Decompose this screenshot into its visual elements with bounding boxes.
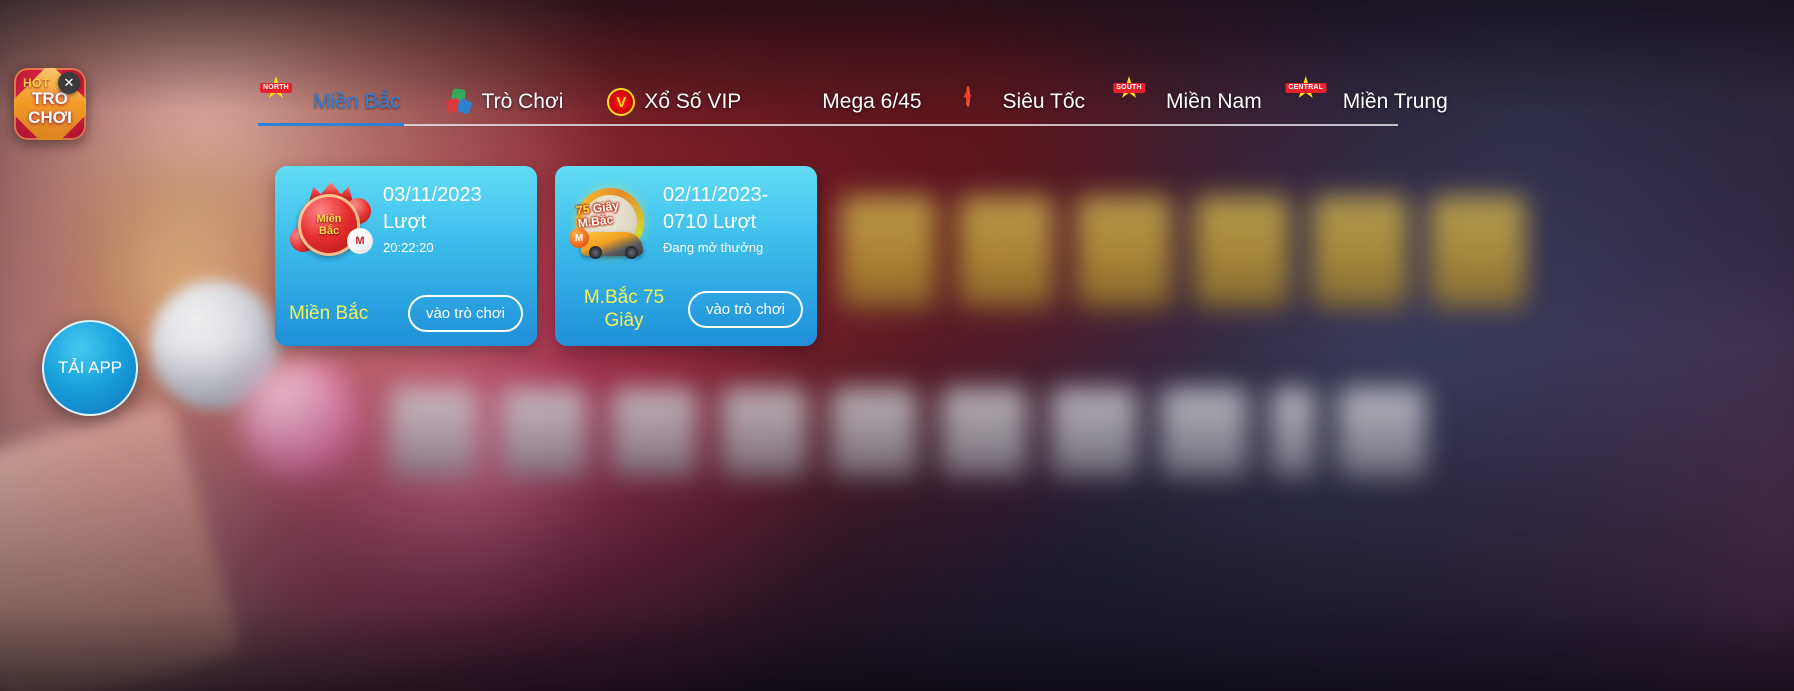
tab-bar-divider [258,124,1398,126]
tab-label: Siêu Tốc [1002,90,1086,113]
tab-label: Miền Bắc [313,90,401,113]
mien-bac-logo-icon: Miền Bắc M [289,180,373,264]
tab-label: Trò Chơi [481,90,564,113]
dice-icon [444,88,473,116]
category-tab-bar: NORTH Miền Bắc Trò Chơi V Xổ Số VIP Mega… [258,76,1448,126]
play-game-button[interactable]: vào trò chơi [687,290,803,328]
draw-date: 03/11/2023 Lượt [383,184,482,233]
download-app-label: TẢI APP [57,358,123,377]
tab-sieu-toc[interactable]: Siêu Tốc [944,78,1108,126]
mega-swirl-icon [785,88,813,116]
draw-time: 20:22:20 [383,240,434,255]
central-star-icon: CENTRAL [1285,76,1334,116]
tab-tro-choi[interactable]: Trò Chơi [423,78,586,126]
mbac-75-giay-logo-icon: 75 Giây M.Bắc M [569,180,653,264]
download-app-button[interactable]: TẢI APP [42,320,138,416]
game-name: M.Bắc 75 Giây [583,287,665,331]
lottery-card-mbac-75-giay[interactable]: 75 Giây M.Bắc M 02/11/2023-0710 Lượt Đan… [555,166,817,346]
tab-mien-trung[interactable]: CENTRAL Miền Trung [1284,76,1470,126]
tab-xo-so-vip[interactable]: V Xổ Số VIP [585,78,763,126]
play-game-button[interactable]: vào trò chơi [407,295,523,332]
tab-label: Miền Trung [1342,90,1448,113]
tab-mega-645[interactable]: Mega 6/45 [763,78,943,126]
tab-mien-bac[interactable]: NORTH Miền Bắc [258,76,423,126]
lightning-icon [965,86,994,116]
promo-line2: CHƠI [28,108,72,127]
north-star-icon: NORTH [260,76,304,116]
vip-v-icon: V [607,88,636,116]
south-star-icon: SOUTH [1113,76,1157,116]
draw-status: Đang mở thưởng [663,240,764,255]
lottery-card-list: Miền Bắc M 03/11/2023 Lượt 20:22:20 Miền… [275,166,817,346]
tab-label: Xổ Số VIP [644,90,742,113]
tab-label: Mega 6/45 [822,90,922,113]
lottery-app-page: HOT TRÒ CHƠI ✕ TẢI APP NORTH Miền Bắc Tr… [0,0,1794,691]
tab-label: Miền Nam [1166,90,1262,113]
close-icon[interactable]: ✕ [58,72,80,94]
draw-date: 02/11/2023-0710 Lượt [663,184,769,233]
game-name: Miền Bắc [289,303,369,324]
lottery-card-mien-bac[interactable]: Miền Bắc M 03/11/2023 Lượt 20:22:20 Miền… [275,166,537,346]
active-tab-underline [258,123,404,126]
tab-mien-nam[interactable]: SOUTH Miền Nam [1107,76,1284,126]
promo-hot-label: HOT [23,76,50,90]
